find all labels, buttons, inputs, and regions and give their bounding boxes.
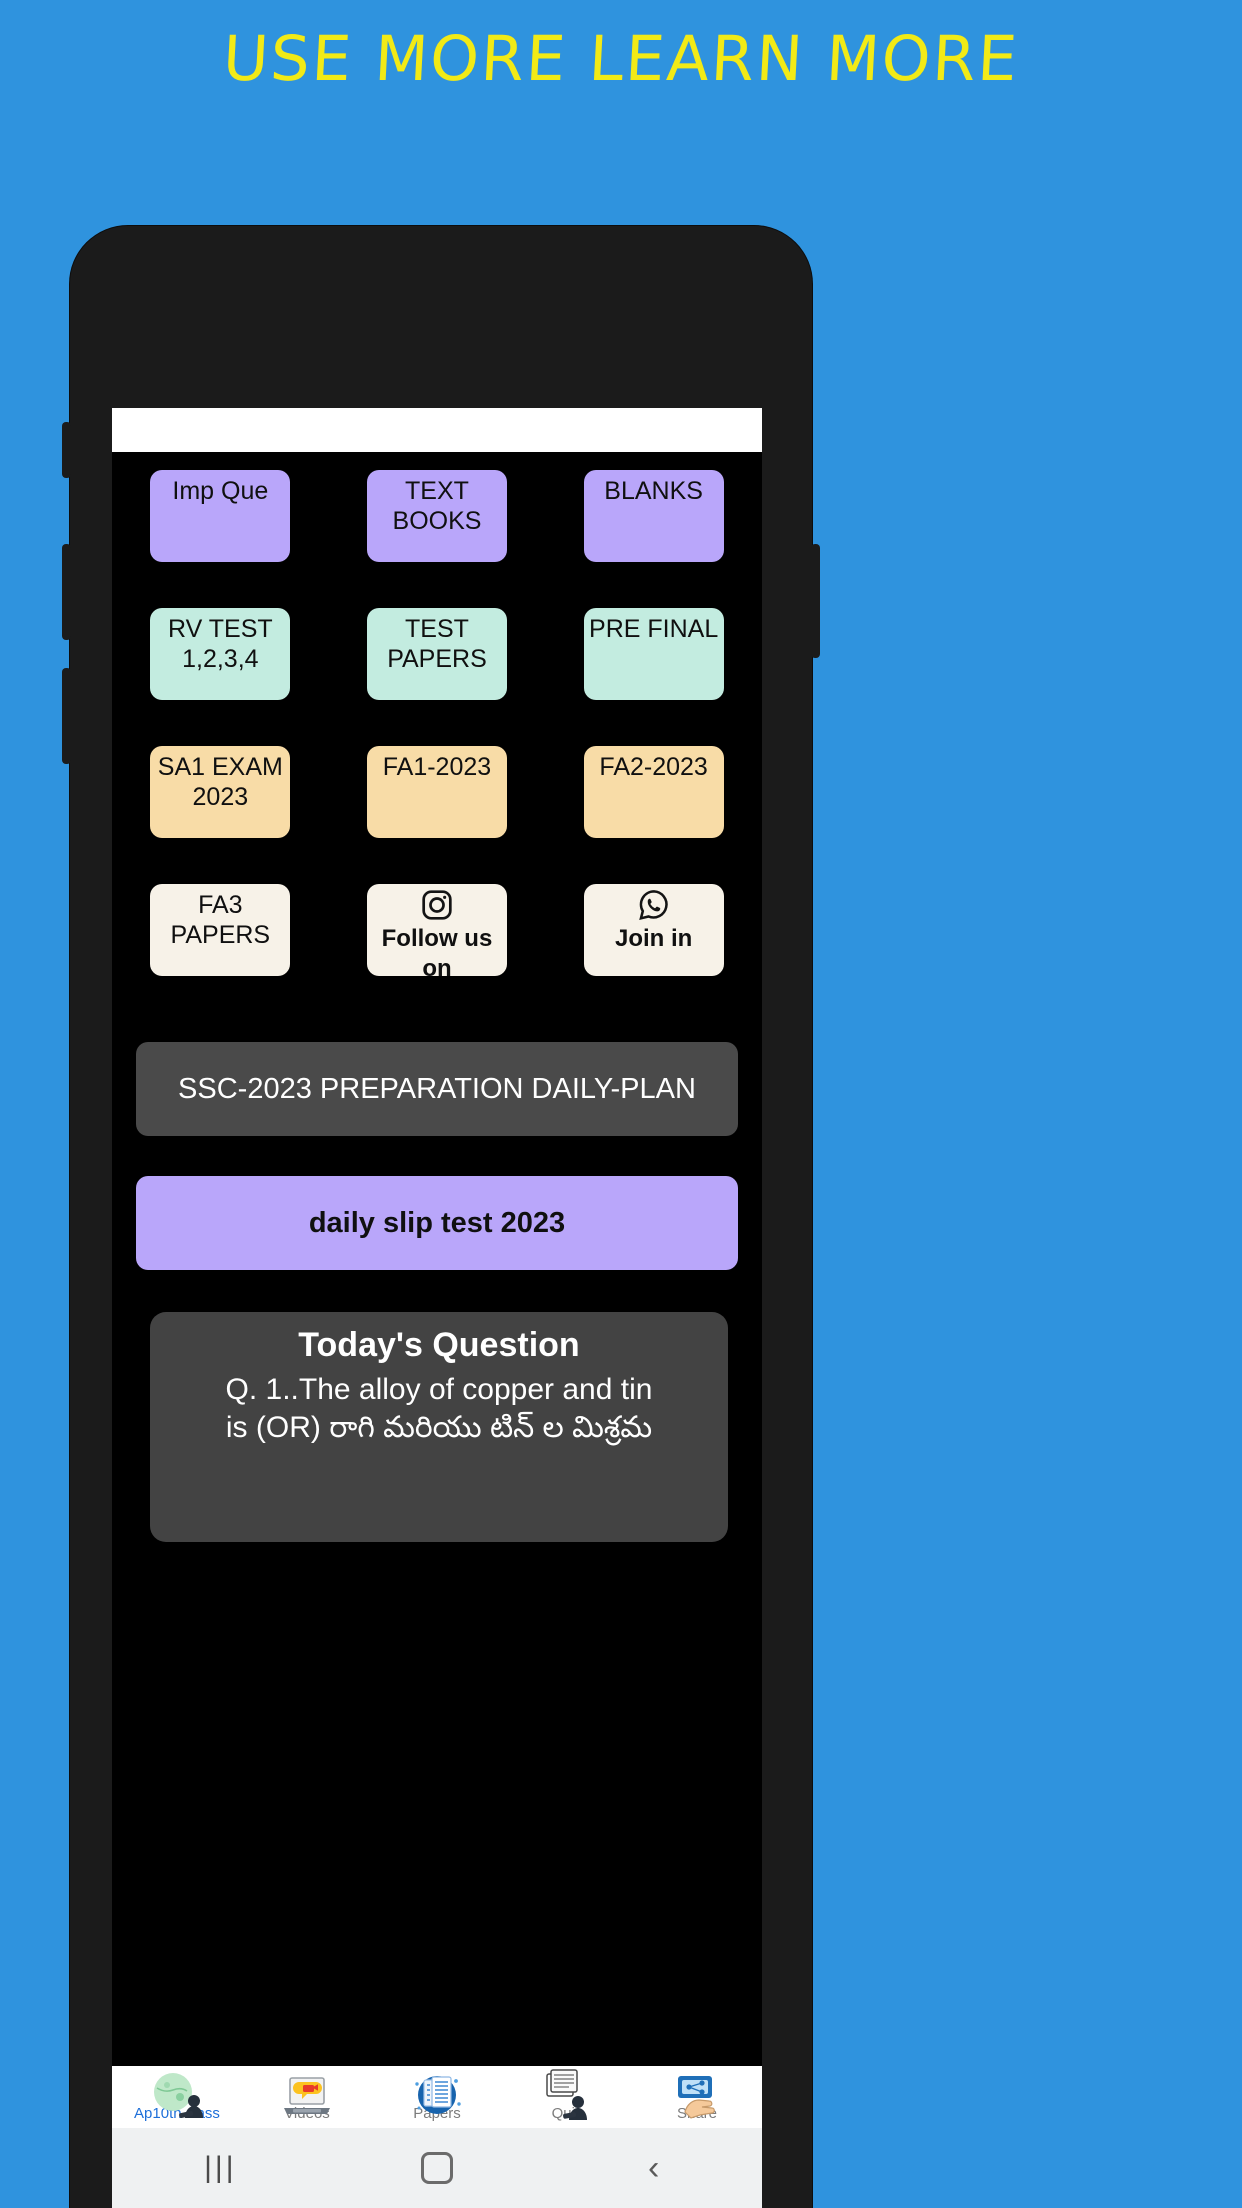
- tile-label: BLANKS: [604, 477, 703, 505]
- tile-cell: TEXT BOOKS: [329, 470, 546, 608]
- ssc-banner-label: SSC-2023 PREPARATION DAILY-PLAN: [178, 1072, 696, 1105]
- todays-question-line-2: is (OR) రాగి మరియు టిన్ ల మిశ్రమ: [225, 1411, 653, 1444]
- tile-cell: TEST PAPERS: [329, 608, 546, 746]
- nav-label: Videos: [284, 2105, 330, 2122]
- tile-blanks[interactable]: BLANKS: [583, 470, 724, 562]
- back-chevron-icon: ‹: [647, 2148, 660, 2187]
- tile-label: TEXT BOOKS: [392, 477, 482, 535]
- whatsapp-icon: [637, 888, 671, 922]
- daily-slip-test-label: daily slip test 2023: [308, 1206, 566, 1239]
- daily-slip-test-button[interactable]: daily slip test 2023: [136, 1176, 738, 1270]
- tile-text-books[interactable]: TEXT BOOKS: [366, 470, 507, 562]
- tile-label: SA1 EXAM 2023: [157, 753, 283, 811]
- tile-cell: RV TEST 1,2,3,4: [112, 608, 329, 746]
- tile-imp-que[interactable]: Imp Que: [150, 470, 291, 562]
- tile-label: TEST PAPERS: [387, 615, 487, 673]
- tile-label: RV TEST 1,2,3,4: [167, 615, 273, 673]
- tile-follow-us-on[interactable]: Follow us on: [366, 884, 507, 976]
- tile-cell: FA2-2023: [545, 746, 762, 884]
- tile-test-papers[interactable]: TEST PAPERS: [366, 608, 507, 700]
- tile-cell: Join in: [545, 884, 762, 1022]
- home-icon: [420, 2152, 453, 2184]
- back-button[interactable]: ‹: [614, 2128, 694, 2208]
- tile-fa1-2023[interactable]: FA1-2023: [366, 746, 507, 838]
- tile-cell: FA3 PAPERS: [112, 884, 329, 1022]
- nav-item-share[interactable]: Share: [632, 2066, 762, 2128]
- ssc-preparation-plan-banner[interactable]: SSC-2023 PREPARATION DAILY-PLAN: [136, 1042, 738, 1136]
- tile-sa1-exam-2023[interactable]: SA1 EXAM 2023: [150, 746, 291, 838]
- phone-side-button-volume-dn: [62, 668, 71, 764]
- todays-question-line-1: Q. 1..The alloy of copper and tin: [225, 1373, 653, 1406]
- tile-cell: SA1 EXAM 2023: [112, 746, 329, 884]
- nav-label: Share: [676, 2105, 718, 2122]
- bottom-navigation-bar: Ap10th class Videos Papers Quiz Share: [112, 2066, 762, 2128]
- tile-label: Imp Que: [172, 477, 269, 505]
- tile-fa2-2023[interactable]: FA2-2023: [583, 746, 724, 838]
- phone-side-button-power: [811, 544, 820, 658]
- phone-side-button-mute: [62, 422, 71, 478]
- instagram-icon: [420, 888, 454, 922]
- page-title: USE MORE LEARN MORE: [221, 22, 1021, 95]
- todays-question-card[interactable]: Today's Question Q. 1..The alloy of copp…: [150, 1312, 728, 1542]
- tile-fa3-papers[interactable]: FA3 PAPERS: [150, 884, 291, 976]
- tile-cell: FA1-2023: [329, 746, 546, 884]
- app-top-bar: [112, 408, 762, 452]
- android-system-navigation-bar: ||| ‹: [112, 2128, 762, 2208]
- nav-item-quiz[interactable]: Quiz: [502, 2066, 632, 2128]
- recents-icon: |||: [204, 2151, 237, 2184]
- recents-button[interactable]: |||: [180, 2128, 260, 2208]
- tile-grid: Imp Que TEXT BOOKS BLANKS RV TEST 1,2,3,4 TE…: [112, 470, 762, 1022]
- tile-label: FA1-2023: [382, 753, 492, 781]
- tile-pre-final[interactable]: PRE FINAL: [583, 608, 724, 700]
- tile-label: FA3 PAPERS: [170, 891, 271, 949]
- phone-device-frame: Imp Que TEXT BOOKS BLANKS RV TEST 1,2,3,4 TE…: [62, 226, 820, 2208]
- tile-cell: PRE FINAL: [545, 608, 762, 746]
- tile-cell: Follow us on: [329, 884, 546, 1022]
- tile-rv-test-1-2-3-4[interactable]: RV TEST 1,2,3,4: [150, 608, 291, 700]
- tile-label: Join in: [614, 925, 693, 952]
- tile-label: FA2-2023: [599, 753, 708, 781]
- todays-question-title: Today's Question: [298, 1326, 580, 1364]
- nav-item-papers[interactable]: Papers: [372, 2066, 502, 2128]
- tile-label: Follow us on: [381, 925, 493, 976]
- nav-item-videos[interactable]: Videos: [242, 2066, 372, 2128]
- phone-screen: Imp Que TEXT BOOKS BLANKS RV TEST 1,2,3,4 TE…: [112, 408, 762, 2208]
- tile-cell: BLANKS: [545, 470, 762, 608]
- home-button[interactable]: [397, 2128, 477, 2208]
- nav-label: Ap10th class: [134, 2105, 220, 2122]
- nav-label: Quiz: [551, 2105, 583, 2122]
- tile-cell: Imp Que: [112, 470, 329, 608]
- nav-item-ap10th-class[interactable]: Ap10th class: [112, 2066, 242, 2128]
- tile-join-in[interactable]: Join in: [583, 884, 724, 976]
- nav-label: Papers: [413, 2105, 461, 2122]
- phone-side-button-volume-up: [62, 544, 71, 640]
- tile-label: PRE FINAL: [589, 615, 719, 643]
